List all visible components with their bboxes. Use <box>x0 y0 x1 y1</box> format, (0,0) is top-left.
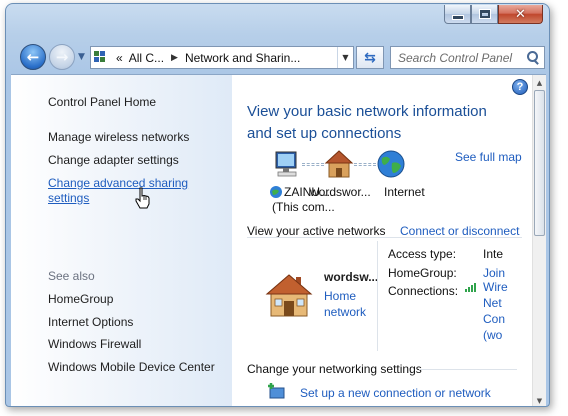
globe-icon[interactable] <box>376 149 406 179</box>
forward-arrow-icon: → <box>55 48 69 66</box>
maximize-icon <box>478 9 491 19</box>
network-sharing-icon <box>94 50 110 65</box>
close-icon: ✕ <box>515 6 526 22</box>
refresh-button[interactable]: ⇆ <box>356 46 384 69</box>
navigation-bar: ← → ▼ « All C... ▶ Network and Sharin...… <box>6 40 549 74</box>
connection-link[interactable]: Wire Net Con (wo <box>483 279 508 343</box>
search-input[interactable] <box>398 50 524 65</box>
network-type-line-2[interactable]: network <box>324 304 384 320</box>
breadcrumb-network-sharing[interactable]: Network and Sharin... <box>185 51 300 65</box>
search-box[interactable] <box>390 46 545 69</box>
back-arrow-icon: ← <box>26 48 40 66</box>
network-type-link[interactable]: Home network <box>324 288 384 320</box>
chevron-down-icon[interactable]: ▼ <box>78 52 85 62</box>
computer-name-label-line-2: (This com... <box>272 200 335 214</box>
divider <box>377 241 378 351</box>
internet-label: Internet <box>384 185 425 199</box>
help-icon[interactable]: ? <box>512 79 528 95</box>
page-title-line-2: and set up connections <box>247 125 402 142</box>
page-title: View your basic network information and … <box>247 101 527 145</box>
address-bar[interactable]: « All C... ▶ Network and Sharin... ▼ <box>90 46 354 69</box>
homegroup-join-link[interactable]: Join <box>483 266 505 280</box>
manage-wireless-networks-link[interactable]: Manage wireless networks <box>48 130 189 144</box>
caption-buttons: ✕ <box>444 5 543 24</box>
windows-mobile-device-center-link[interactable]: Windows Mobile Device Center <box>48 360 215 374</box>
see-full-map-link[interactable]: See full map <box>455 150 522 164</box>
active-network-name: wordsw... <box>324 270 379 284</box>
forward-button[interactable]: → <box>49 44 75 70</box>
content-area: Control Panel Home Manage wireless netwo… <box>11 74 546 406</box>
user-network-icon <box>270 186 282 198</box>
access-type-value: Inte <box>483 247 504 261</box>
breadcrumb-all-control-panel[interactable]: All C... <box>129 51 164 65</box>
breadcrumb: « All C... ▶ Network and Sharin... <box>116 51 300 65</box>
see-also-heading: See also <box>48 269 95 283</box>
scroll-up-icon[interactable]: ▲ <box>533 75 546 90</box>
breadcrumb-root[interactable]: « <box>116 51 123 65</box>
breadcrumb-separator-icon[interactable]: ▶ <box>171 53 178 63</box>
close-button[interactable]: ✕ <box>498 5 543 24</box>
map-link-line <box>354 163 376 166</box>
connection-line-4[interactable]: (wo <box>483 327 508 343</box>
home-network-icon[interactable] <box>324 149 354 179</box>
network-name-label: wordswor... <box>310 185 371 199</box>
homegroup-label: HomeGroup: <box>388 266 457 280</box>
divider <box>247 237 522 238</box>
vertical-scrollbar[interactable]: ▲ ▼ <box>532 75 546 406</box>
connections-label: Connections: <box>388 284 459 298</box>
change-adapter-settings-link[interactable]: Change adapter settings <box>48 153 179 167</box>
windows-firewall-link[interactable]: Windows Firewall <box>48 337 141 351</box>
search-icon[interactable] <box>526 51 539 64</box>
new-connection-icon <box>268 383 285 399</box>
refresh-icon: ⇆ <box>364 49 376 66</box>
connect-disconnect-link[interactable]: Connect or disconnect <box>400 224 519 238</box>
access-type-label: Access type: <box>388 247 457 261</box>
main-pane: ? View your basic network information an… <box>232 75 546 406</box>
change-advanced-sharing-link-line-2[interactable]: settings <box>48 191 89 205</box>
change-settings-heading: Change your networking settings <box>247 362 422 376</box>
connection-line-3[interactable]: Con <box>483 311 508 327</box>
minimize-button[interactable] <box>444 5 471 24</box>
task-pane: Control Panel Home Manage wireless netwo… <box>11 75 232 406</box>
hand-cursor-icon <box>135 187 150 209</box>
connection-line-1[interactable]: Wire <box>483 279 508 295</box>
address-dropdown-icon[interactable]: ▼ <box>337 47 353 68</box>
signal-strength-icon <box>465 282 479 292</box>
page-title-line-1: View your basic network information <box>247 103 487 120</box>
connection-line-2[interactable]: Net <box>483 295 508 311</box>
map-link-line <box>302 163 324 166</box>
homegroup-link[interactable]: HomeGroup <box>48 292 113 306</box>
back-button[interactable]: ← <box>20 44 46 70</box>
network-type-line-1[interactable]: Home <box>324 288 384 304</box>
divider <box>419 369 517 370</box>
control-panel-window: ✕ ← → ▼ « All C... ▶ Network and Sharin.… <box>5 3 550 407</box>
minimize-icon <box>451 14 464 20</box>
home-network-icon <box>265 274 313 317</box>
scroll-down-icon[interactable]: ▼ <box>533 393 546 406</box>
internet-options-link[interactable]: Internet Options <box>48 315 133 329</box>
control-panel-home-link[interactable]: Control Panel Home <box>48 95 156 109</box>
computer-icon[interactable] <box>272 149 302 179</box>
setup-connection-link[interactable]: Set up a new connection or network <box>300 386 491 400</box>
scroll-thumb[interactable] <box>534 90 545 236</box>
change-advanced-sharing-link[interactable]: Change advanced sharing <box>48 176 188 190</box>
active-networks-heading: View your active networks <box>247 224 386 238</box>
maximize-button[interactable] <box>471 5 498 24</box>
